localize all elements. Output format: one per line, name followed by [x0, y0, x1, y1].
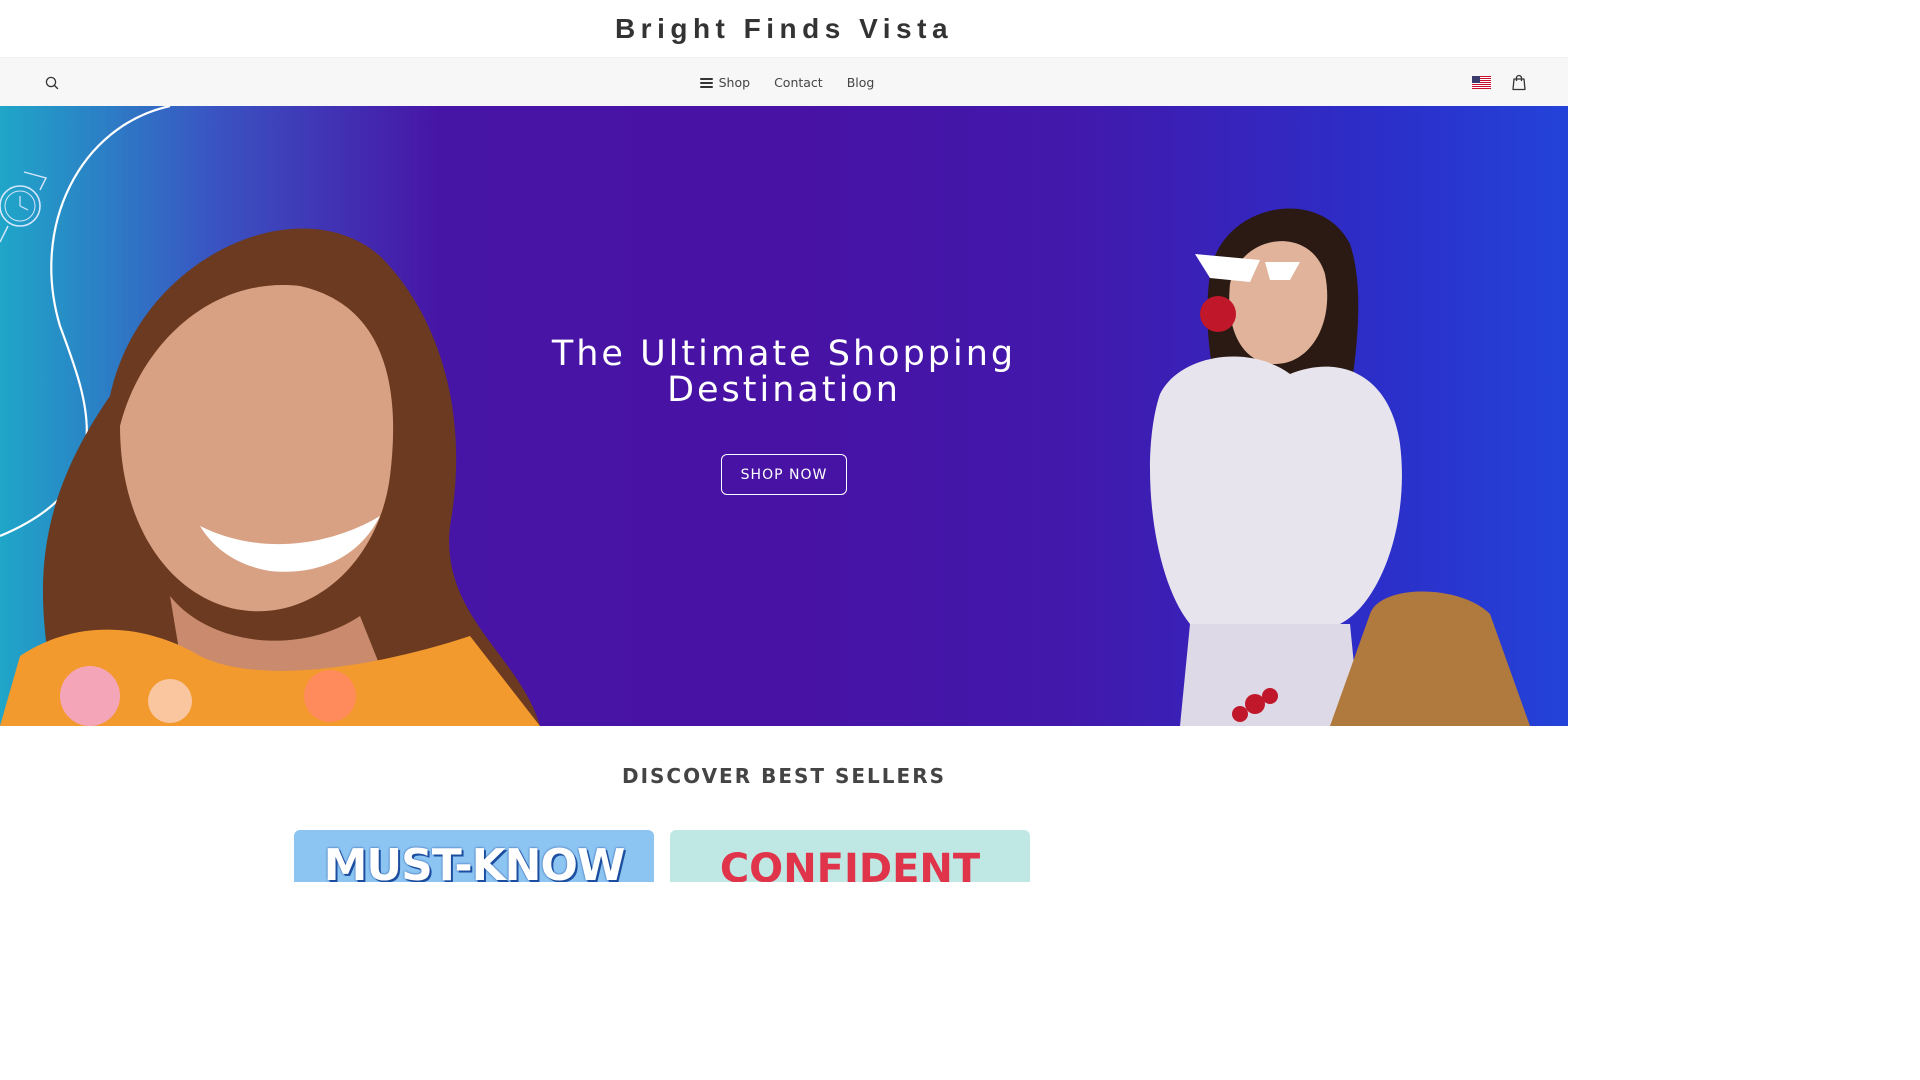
- hero-title-line1: The Ultimate Shopping: [551, 334, 1017, 374]
- nav-contact-link[interactable]: Contact: [774, 75, 823, 90]
- hamburger-icon: [699, 77, 713, 88]
- best-sellers-heading: DISCOVER BEST SELLERS: [621, 764, 947, 788]
- hero-title: The Ultimate Shopping Destination: [0, 336, 1568, 408]
- product-card[interactable]: MUST-KNOW PET: [294, 830, 654, 882]
- main-navbar: Shop Contact Blog: [0, 57, 1568, 106]
- nav-shop-link[interactable]: Shop: [699, 75, 751, 90]
- nav-blog-link[interactable]: Blog: [847, 75, 875, 90]
- product-card-title: CONFIDENT: [719, 846, 981, 882]
- site-title[interactable]: Bright Finds Vista: [615, 13, 953, 45]
- smiling-woman-image: [0, 228, 541, 726]
- shop-now-button[interactable]: SHOP NOW: [721, 454, 847, 495]
- nav-links: Shop Contact Blog: [0, 58, 1568, 107]
- us-flag-icon[interactable]: [1472, 76, 1491, 89]
- brand-header: Bright Finds Vista: [0, 0, 1568, 57]
- product-card-title: MUST-KNOW PET: [323, 840, 626, 882]
- hero-title-line2: Destination: [667, 370, 901, 410]
- nav-shop-label: Shop: [718, 75, 751, 90]
- shopping-bag-icon[interactable]: [1511, 74, 1527, 91]
- hero-banner: The Ultimate Shopping Destination SHOP N…: [0, 106, 1568, 726]
- product-card[interactable]: CONFIDENT: [670, 830, 1030, 882]
- woman-with-apple-image: [1150, 208, 1530, 726]
